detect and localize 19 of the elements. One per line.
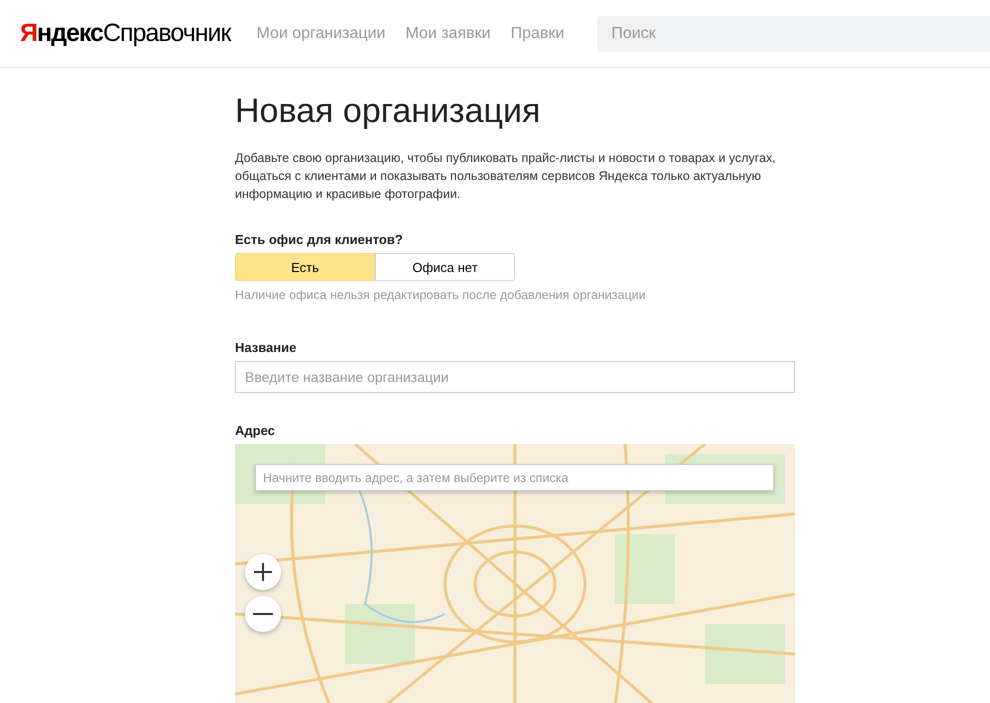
zoom-out-button[interactable] [245, 596, 281, 632]
page-title: Новая организация [235, 92, 542, 131]
field-label: Есть офис для клиентов? [235, 232, 404, 247]
intro-text: Добавьте свою организацию, чтобы публиковать прайс-листы и новости о товарах и услугах, общаться с клиентами и показывать пользователям сервисов Яндекса только актуальную информацию и красивые фотографии. [235, 150, 777, 203]
search-field[interactable]: Поиск [597, 16, 990, 52]
address-field[interactable]: Начните вводить адрес, а затем выберите из списка [255, 464, 774, 491]
logo[interactable]: ЯндексСправочник [20, 19, 230, 48]
hint-text: Наличие офиса нельзя редактировать после добавления организации [235, 288, 647, 302]
name-field[interactable]: Введите название организации [235, 361, 795, 393]
option-button[interactable]: Офиса нет [375, 253, 515, 281]
logo-brand: Яндекс [20, 19, 103, 48]
option-button[interactable]: Есть [235, 253, 375, 281]
field-label: Название [235, 340, 298, 355]
logo-product: Справочник [102, 19, 230, 48]
minus-icon [253, 613, 273, 615]
plus-icon [253, 562, 273, 582]
map-placeholder[interactable]: Начните вводить адрес, а затем выберите из списка [235, 444, 795, 703]
zoom-in-button[interactable] [245, 554, 281, 590]
field-label: Адрес [235, 423, 276, 438]
